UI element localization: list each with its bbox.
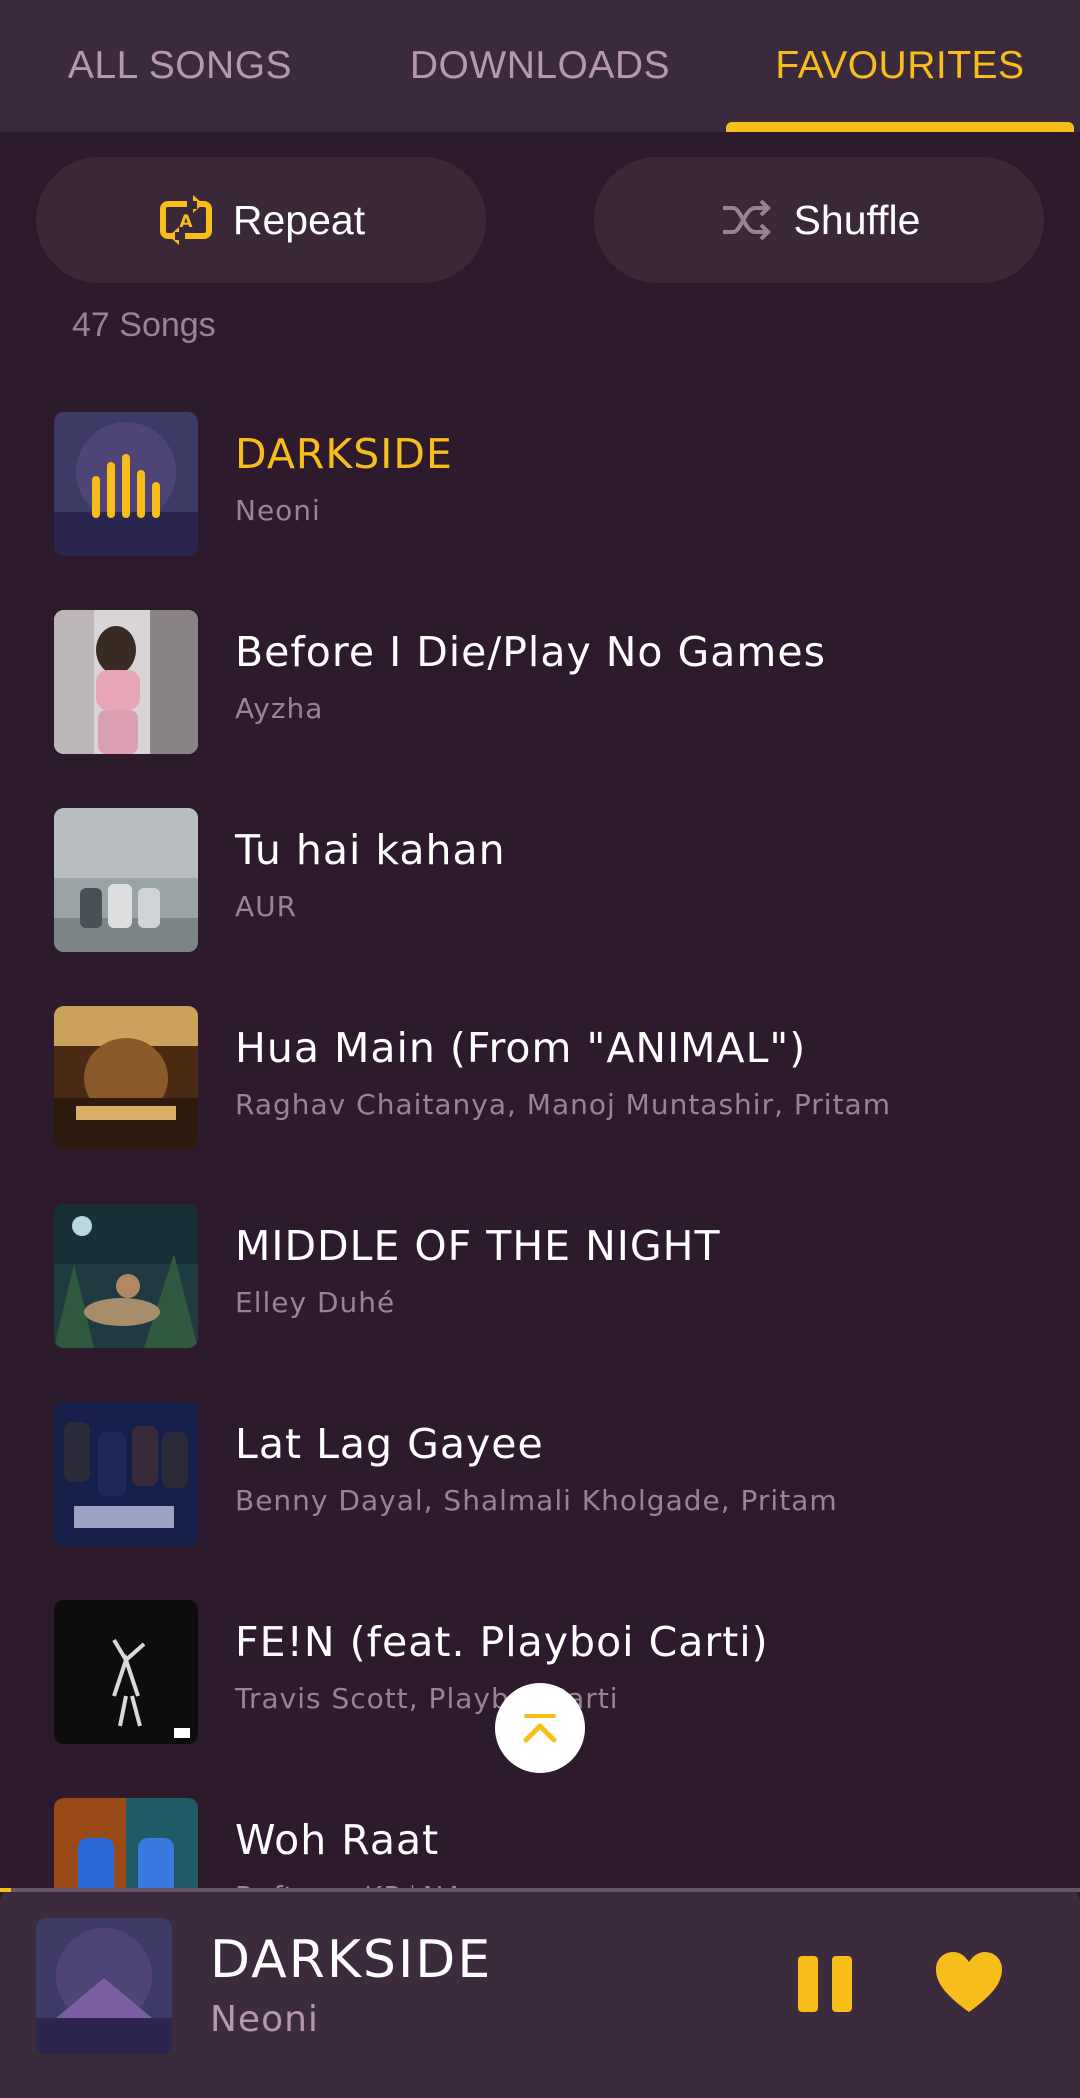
favourite-button[interactable] <box>934 1950 1004 2016</box>
chevron-up-bar-icon <box>523 1714 557 1743</box>
song-artist: Neoni <box>235 494 321 527</box>
song-title: Tu hai kahan <box>235 826 506 874</box>
song-row[interactable]: Tu hai kahan AUR <box>0 808 1080 1006</box>
song-artist: Raghav Chaitanya, Manoj Muntashir, Prita… <box>235 1088 891 1121</box>
song-count: 47 Songs <box>72 306 216 344</box>
song-artist: Elley Duhé <box>235 1286 396 1319</box>
tab-bar: ALL SONGS DOWNLOADS FAVOURITES <box>0 0 1080 132</box>
song-title: Lat Lag Gayee <box>235 1420 544 1468</box>
playback-progress-track <box>0 1888 1080 1892</box>
album-art <box>54 1798 198 1888</box>
tab-downloads[interactable]: DOWNLOADS <box>380 0 700 132</box>
shuffle-button[interactable]: Shuffle <box>594 157 1044 283</box>
album-art <box>54 610 198 754</box>
song-title: DARKSIDE <box>235 430 453 478</box>
album-art <box>54 1402 198 1546</box>
song-artist: AUR <box>235 890 298 923</box>
song-row[interactable]: Before I Die/Play No Games Ayzha <box>0 610 1080 808</box>
album-art <box>54 808 198 952</box>
song-row[interactable]: DARKSIDE Neoni <box>0 412 1080 610</box>
album-art <box>54 1600 198 1744</box>
pause-button[interactable] <box>796 1954 856 2014</box>
album-art <box>54 412 198 556</box>
active-tab-indicator <box>726 122 1074 132</box>
song-row[interactable]: Hua Main (From "ANIMAL") Raghav Chaitany… <box>0 1006 1080 1204</box>
repeat-label: Repeat <box>232 196 366 243</box>
now-playing-artist: Neoni <box>210 1999 319 2040</box>
song-artist: Ayzha <box>235 692 324 725</box>
song-artist: Benny Dayal, Shalmali Kholgade, Pritam <box>235 1484 838 1517</box>
tab-all-songs[interactable]: ALL SONGS <box>20 0 340 132</box>
song-title: Before I Die/Play No Games <box>235 628 826 676</box>
playback-progress <box>0 1888 11 1892</box>
heart-icon <box>936 1952 1002 2012</box>
tab-favourites[interactable]: FAVOURITES <box>740 0 1060 132</box>
svg-text:A: A <box>179 212 193 232</box>
album-art <box>54 1006 198 1150</box>
repeat-button[interactable]: A Repeat <box>36 157 486 283</box>
song-row[interactable]: MIDDLE OF THE NIGHT Elley Duhé <box>0 1204 1080 1402</box>
album-art <box>54 1204 198 1348</box>
song-title: Hua Main (From "ANIMAL") <box>235 1024 807 1072</box>
song-title: MIDDLE OF THE NIGHT <box>235 1222 721 1270</box>
song-row[interactable]: Woh Raat Raftaar, KR$NA <box>0 1798 1080 1888</box>
now-playing-title: DARKSIDE <box>210 1930 493 1990</box>
now-playing-art <box>36 1918 172 2054</box>
repeat-a-icon: A <box>157 191 215 249</box>
scroll-to-top-button[interactable] <box>495 1683 585 1773</box>
song-row[interactable]: Lat Lag Gayee Benny Dayal, Shalmali Khol… <box>0 1402 1080 1600</box>
song-artist: Raftaar, KR$NA <box>235 1880 465 1888</box>
shuffle-label: Shuffle <box>793 196 921 243</box>
shuffle-icon <box>718 191 776 249</box>
song-title: FE!N (feat. Playboi Carti) <box>235 1618 769 1666</box>
song-title: Woh Raat <box>235 1816 440 1864</box>
pause-icon <box>798 1956 852 2012</box>
